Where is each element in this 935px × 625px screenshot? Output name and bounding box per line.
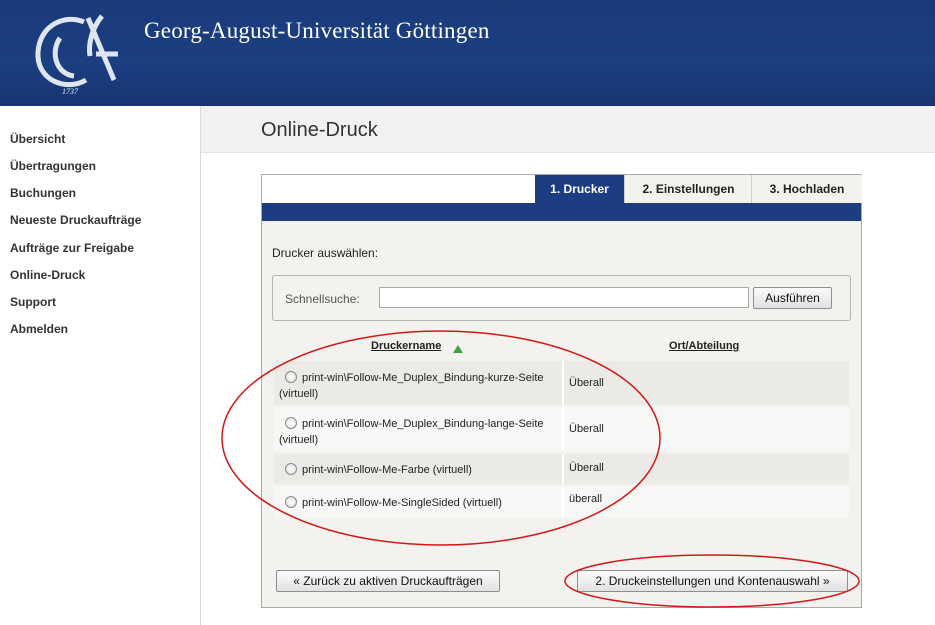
quick-search-input[interactable] <box>379 287 749 308</box>
quick-search-box: Schnellsuche: Ausführen <box>272 275 851 321</box>
page-title-bar: Online-Druck <box>201 106 935 153</box>
table-row[interactable]: print-win\Follow-Me_Duplex_Bindung-kurze… <box>274 361 849 405</box>
sidebar-item-uebersicht[interactable]: Übersicht <box>10 132 65 146</box>
select-printer-label: Drucker auswählen: <box>272 246 379 260</box>
printer-location: Überall <box>569 462 604 474</box>
sidebar-item-uebertragungen[interactable]: Übertragungen <box>10 159 96 173</box>
printer-location: Überall <box>569 377 604 389</box>
quick-search-label: Schnellsuche: <box>285 292 360 306</box>
printer-name: print-win\Follow-Me-Farbe (virtuell) <box>302 464 472 476</box>
svg-text:1737: 1737 <box>62 87 79 96</box>
tab-hochladen[interactable]: 3. Hochladen <box>751 175 862 203</box>
sidebar-item-buchungen[interactable]: Buchungen <box>10 186 76 200</box>
table-row[interactable]: print-win\Follow-Me-Farbe (virtuell) Übe… <box>274 454 849 484</box>
sidebar-item-online-druck[interactable]: Online-Druck <box>10 268 85 282</box>
printer-name: print-win\Follow-Me_Duplex_Bindung-lange… <box>279 418 544 446</box>
printer-name: print-win\Follow-Me-SingleSided (virtuel… <box>302 497 502 509</box>
tab-drucker[interactable]: 1. Drucker <box>535 175 624 203</box>
page-title: Online-Druck <box>261 119 378 141</box>
sidebar-nav: Übersicht Übertragungen Buchungen Neuest… <box>0 106 201 625</box>
printer-location: Überall <box>569 423 604 435</box>
sidebar-item-auftraege-zur-freigabe[interactable]: Aufträge zur Freigabe <box>10 241 134 255</box>
table-row[interactable]: print-win\Follow-Me-SingleSided (virtuel… <box>274 486 849 518</box>
tab-underline-bar <box>262 203 861 221</box>
sort-ascending-icon[interactable] <box>453 345 463 353</box>
search-execute-button[interactable]: Ausführen <box>753 287 832 309</box>
tab-einstellungen[interactable]: 2. Einstellungen <box>624 175 752 203</box>
printer-location: überall <box>569 493 603 505</box>
printer-name: print-win\Follow-Me_Duplex_Bindung-kurze… <box>279 372 544 400</box>
university-logo-icon: 1737 <box>35 14 118 96</box>
header-banner: 1737 Georg-August-Universität Göttingen <box>0 0 935 106</box>
column-header-druckername[interactable]: Druckername <box>371 340 441 352</box>
table-row[interactable]: print-win\Follow-Me_Duplex_Bindung-lange… <box>274 407 849 451</box>
next-print-settings-button[interactable]: 2. Druckeinstellungen und Kontenauswahl … <box>577 570 848 592</box>
online-print-panel: 1. Drucker 2. Einstellungen 3. Hochladen… <box>261 174 862 608</box>
column-header-ort-abteilung[interactable]: Ort/Abteilung <box>669 340 739 352</box>
sidebar-item-support[interactable]: Support <box>10 295 56 309</box>
back-to-active-jobs-button[interactable]: « Zurück zu aktiven Druckaufträgen <box>276 570 500 592</box>
sidebar-item-abmelden[interactable]: Abmelden <box>10 322 68 336</box>
wizard-tabs: 1. Drucker 2. Einstellungen 3. Hochladen <box>262 175 862 203</box>
university-title: Georg-August-Universität Göttingen <box>144 18 490 43</box>
sidebar-item-neueste-druckauftraege[interactable]: Neueste Druckaufträge <box>10 213 141 227</box>
